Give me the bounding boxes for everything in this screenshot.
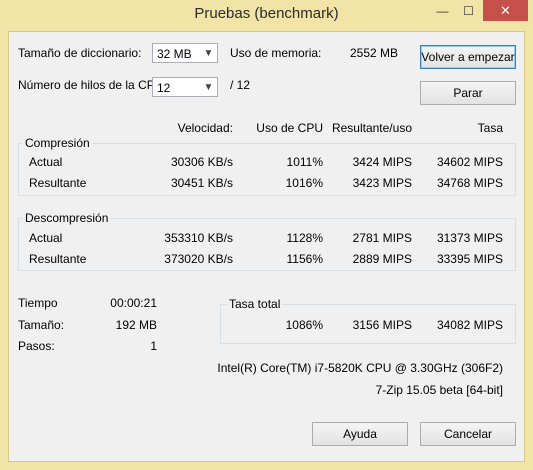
- total-rating: 3156 MIPS: [352, 318, 412, 332]
- cancel-button[interactable]: Cancelar: [420, 422, 516, 446]
- compression-group-label: Compresión: [23, 136, 92, 150]
- total-rate-label: Tasa total: [227, 297, 283, 311]
- decompression-result-label: Resultante: [29, 252, 87, 266]
- passes-label: Pasos:: [18, 339, 55, 353]
- memory-usage-label: Uso de memoria:: [230, 46, 322, 60]
- compression-result-rate: 34768 MIPS: [436, 176, 503, 190]
- dictionary-size-label: Tamaño de diccionario:: [18, 46, 142, 60]
- column-header-cpu-usage: Uso de CPU: [256, 121, 323, 135]
- title-bar[interactable]: Pruebas (benchmark) — ☐ ✕: [0, 0, 533, 32]
- compression-current-speed: 30306 KB/s: [170, 155, 233, 169]
- decompression-current-rate: 31373 MIPS: [436, 231, 503, 245]
- column-header-rating-usage: Resultante/uso: [331, 121, 412, 135]
- minimize-button[interactable]: —: [430, 0, 455, 21]
- size-value: 192 MB: [115, 318, 157, 332]
- passes-value: 1: [150, 339, 157, 353]
- decompression-current-speed: 353310 KB/s: [164, 231, 233, 245]
- cpu-threads-select[interactable]: 12 ▼: [152, 77, 218, 97]
- compression-current-cpu: 1011%: [286, 155, 323, 169]
- total-rate: 34082 MIPS: [436, 318, 503, 332]
- time-value: 00:00:21: [110, 296, 157, 310]
- decompression-result-rating: 2889 MIPS: [352, 252, 412, 266]
- chevron-down-icon: ▼: [203, 81, 214, 93]
- cpu-threads-value: 12: [157, 81, 171, 95]
- stop-button[interactable]: Parar: [420, 81, 516, 105]
- compression-current-label: Actual: [29, 155, 63, 169]
- memory-usage-value: 2552 MB: [350, 46, 399, 60]
- compression-result-speed: 30451 KB/s: [170, 176, 233, 190]
- compression-result-rating: 3423 MIPS: [352, 176, 412, 190]
- cpu-threads-total: / 12: [230, 78, 251, 92]
- column-header-speed: Velocidad:: [177, 121, 233, 135]
- chevron-down-icon: ▼: [203, 47, 214, 59]
- column-header-rate: Tasa: [477, 121, 503, 135]
- compression-current-rating: 3424 MIPS: [352, 155, 412, 169]
- help-button[interactable]: Ayuda: [312, 422, 408, 446]
- compression-current-rate: 34602 MIPS: [436, 155, 503, 169]
- decompression-result-cpu: 1156%: [286, 252, 323, 266]
- dictionary-size-select[interactable]: 32 MB ▼: [152, 43, 218, 63]
- dialog-client-area: Tamaño de diccionario: 32 MB ▼ Uso de me…: [8, 31, 525, 462]
- close-button[interactable]: ✕: [483, 0, 528, 21]
- size-label: Tamaño:: [18, 318, 65, 332]
- decompression-result-rate: 33395 MIPS: [436, 252, 503, 266]
- cpu-info: Intel(R) Core(TM) i7-5820K CPU @ 3.30GHz…: [217, 361, 503, 375]
- benchmark-window: Pruebas (benchmark) — ☐ ✕ Tamaño de dicc…: [0, 0, 533, 470]
- maximize-button[interactable]: ☐: [456, 0, 481, 21]
- compression-result-cpu: 1016%: [285, 176, 323, 190]
- decompression-current-rating: 2781 MIPS: [352, 231, 412, 245]
- version-info: 7-Zip 15.05 beta [64-bit]: [375, 383, 503, 397]
- dictionary-size-value: 32 MB: [157, 47, 192, 61]
- decompression-result-speed: 373020 KB/s: [164, 252, 233, 266]
- total-cpu: 1086%: [285, 318, 323, 332]
- decompression-current-cpu: 1128%: [286, 231, 323, 245]
- compression-result-label: Resultante: [29, 176, 87, 190]
- restart-button[interactable]: Volver a empezar: [420, 45, 516, 69]
- decompression-current-label: Actual: [29, 231, 63, 245]
- time-label: Tiempo: [18, 296, 58, 310]
- decompression-group-label: Descompresión: [23, 211, 111, 225]
- cpu-threads-label: Número de hilos de la CPU:: [18, 78, 167, 92]
